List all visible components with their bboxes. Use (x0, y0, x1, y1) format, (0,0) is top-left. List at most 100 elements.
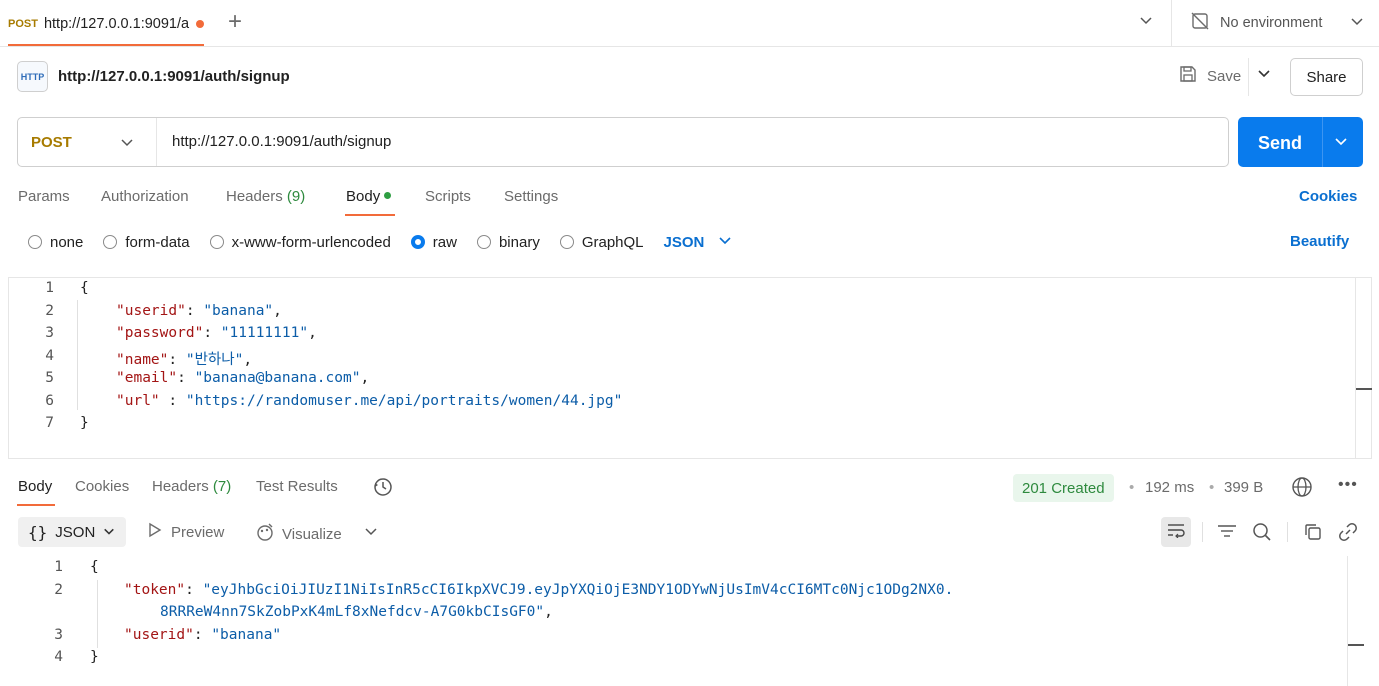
body-tab-indicator (345, 214, 395, 216)
preview-button[interactable]: Preview (148, 522, 224, 542)
line-number: 5 (45, 370, 54, 386)
send-divider (1322, 117, 1323, 167)
meta-separator: • (1209, 479, 1215, 496)
tab-headers-label: Headers (226, 188, 283, 205)
radio-none-label: none (50, 233, 84, 251)
response-tab-headers-count: (7) (212, 478, 232, 495)
radio-urlencoded[interactable]: x-www-form-urlencoded (209, 234, 391, 251)
save-divider (1248, 58, 1249, 96)
new-tab-plus-icon[interactable]: + (228, 10, 242, 34)
response-tab-headers[interactable]: Headers (7) (152, 478, 231, 495)
tab-headers[interactable]: Headers (9) (226, 188, 305, 205)
send-label: Send (1258, 133, 1303, 153)
environment-chevron-icon (1350, 14, 1364, 32)
cookies-link[interactable]: Cookies (1299, 188, 1357, 205)
line-number: 2 (45, 303, 54, 319)
toolbar-divider (1287, 522, 1288, 542)
line-number: 1 (54, 559, 63, 575)
raw-format-selector[interactable]: JSON (664, 233, 733, 251)
line-number: 1 (45, 280, 54, 296)
more-options-icon[interactable]: ••• (1338, 476, 1358, 494)
response-format-label: JSON (55, 523, 96, 541)
globe-icon[interactable] (1291, 476, 1313, 502)
code-line: "userid": "banana", (116, 303, 282, 319)
line-number: 7 (45, 415, 54, 431)
body-indicator-dot-icon (384, 192, 392, 199)
code-line: "url" : "https://randomuser.me/api/portr… (116, 393, 623, 409)
radio-graphql[interactable]: GraphQL (559, 234, 644, 251)
filter-icon[interactable] (1217, 522, 1237, 542)
braces-icon: {} (28, 522, 48, 542)
link-icon[interactable] (1338, 522, 1358, 542)
indent-guide (77, 300, 78, 410)
save-options-chevron-icon[interactable] (1257, 66, 1271, 84)
method-chevron-icon[interactable] (120, 135, 134, 153)
tab-body-label: Body (346, 188, 381, 205)
visualize-button[interactable]: Visualize (255, 522, 342, 546)
tab-body[interactable]: Body (346, 188, 392, 205)
code-line: "email": "banana@banana.com", (116, 370, 370, 386)
tabs-dropdown-chevron-icon[interactable] (1139, 13, 1153, 31)
radio-graphql-circle (559, 235, 574, 249)
radio-form-data[interactable]: form-data (103, 233, 190, 251)
url-input[interactable] (172, 133, 1212, 150)
unsaved-dot-icon (195, 19, 204, 28)
radio-form-data-circle (103, 235, 118, 249)
search-icon[interactable] (1252, 522, 1272, 542)
tab-headers-count: (9) (286, 188, 306, 205)
request-title[interactable]: http://127.0.0.1:9091/auth/signup (58, 68, 290, 85)
code-line: { (80, 280, 89, 296)
scrollbar-thumb[interactable] (1356, 388, 1372, 390)
editor-scrollbar[interactable] (1355, 278, 1356, 458)
response-code-line: "userid": "banana" (124, 627, 282, 643)
line-number: 3 (54, 627, 63, 643)
environment-selector[interactable]: No environment (1190, 11, 1364, 35)
save-button[interactable]: Save (1178, 64, 1241, 88)
wrap-lines-button[interactable] (1161, 517, 1191, 547)
share-button[interactable]: Share (1290, 58, 1363, 96)
radio-urlencoded-circle (209, 235, 224, 249)
request-tab[interactable]: POST http://127.0.0.1:9091/au (0, 0, 204, 47)
response-size: 399 B (1224, 479, 1264, 496)
save-label: Save (1207, 67, 1242, 85)
radio-binary-circle (476, 235, 491, 249)
tab-settings[interactable]: Settings (504, 188, 558, 205)
response-scrollbar[interactable] (1347, 556, 1348, 686)
response-time: 192 ms (1145, 479, 1195, 496)
visualize-icon (255, 522, 275, 546)
tab-params[interactable]: Params (18, 188, 70, 205)
meta-separator: • (1129, 479, 1135, 496)
no-environment-icon (1190, 11, 1210, 35)
response-tab-cookies[interactable]: Cookies (75, 478, 129, 495)
preview-label: Preview (171, 523, 225, 541)
beautify-button[interactable]: Beautify (1290, 233, 1349, 250)
line-number: 4 (54, 649, 63, 665)
send-options-chevron-icon[interactable] (1334, 134, 1348, 152)
tab-authorization[interactable]: Authorization (101, 188, 189, 205)
response-code-line: { (90, 559, 99, 575)
method-selector[interactable]: POST (31, 134, 72, 151)
raw-format-chevron-icon (718, 233, 732, 251)
radio-raw[interactable]: raw (410, 234, 457, 251)
response-scrollbar-thumb[interactable] (1348, 644, 1364, 646)
response-indent-guide (97, 580, 98, 648)
response-tab-test-results[interactable]: Test Results (256, 478, 338, 495)
tab-scripts[interactable]: Scripts (425, 188, 471, 205)
toolbar-divider (1202, 522, 1203, 542)
radio-raw-circle (410, 235, 425, 249)
radio-binary[interactable]: binary (476, 234, 540, 251)
code-line: } (80, 415, 89, 431)
tab-url: http://127.0.0.1:9091/au (43, 15, 190, 32)
response-format-chevron-icon (103, 524, 115, 541)
visualize-chevron-icon[interactable] (364, 524, 378, 542)
history-icon[interactable] (372, 476, 394, 502)
response-tab-body[interactable]: Body (18, 478, 52, 495)
radio-none[interactable]: none (28, 234, 83, 251)
radio-form-data-label: form-data (125, 233, 190, 251)
copy-icon[interactable] (1303, 522, 1323, 542)
save-icon (1178, 64, 1198, 88)
tab-bar (0, 0, 1379, 47)
environment-divider (1171, 0, 1172, 47)
response-format-selector[interactable]: {} JSON (18, 517, 126, 547)
play-icon (148, 522, 162, 542)
